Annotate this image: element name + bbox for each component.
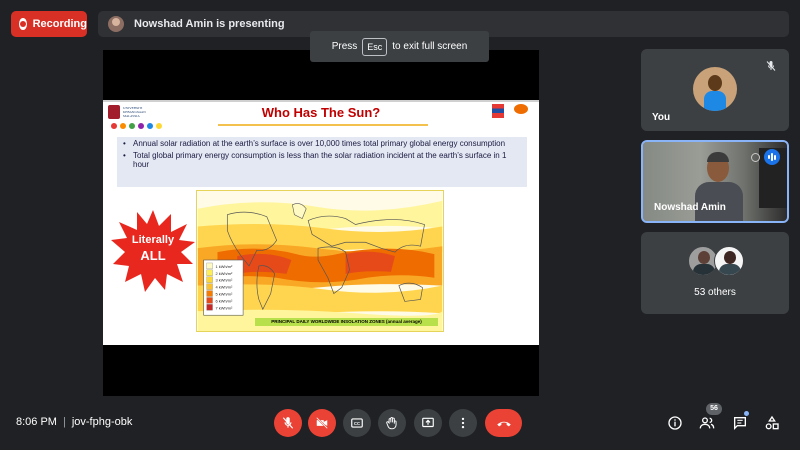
participant-name: Nowshad Amin [654, 202, 726, 213]
meeting-details-button[interactable] [665, 413, 685, 433]
map-caption: PRINCIPAL DAILY WORLDWIDE INSOLATION ZON… [255, 318, 438, 326]
more-options-button[interactable] [449, 409, 477, 437]
chat-icon [734, 417, 746, 430]
slide-title: Who Has The Sun? [261, 105, 381, 120]
current-time: 8:06 PM [16, 416, 57, 428]
bullet-box: • Annual solar radiation at the earth’s … [117, 137, 527, 187]
svg-text:2 kWh/m²: 2 kWh/m² [215, 271, 233, 276]
svg-text:6 kWh/m²: 6 kWh/m² [215, 298, 233, 303]
title-underline [218, 124, 428, 126]
activities-icon [765, 415, 779, 430]
chat-notification-dot [744, 411, 749, 416]
hang-up-icon [496, 421, 511, 427]
solar-logo-icon [514, 104, 528, 114]
participant-name: You [652, 112, 671, 123]
bullet-text-2: Total global primary energy consumption … [133, 151, 507, 169]
partner-logos [492, 104, 536, 120]
chat-button[interactable] [730, 413, 750, 433]
meet-window: Recording Nowshad Amin is presenting UNI… [0, 0, 800, 450]
meeting-info: 8:06 PM | jov-fphg-obk [16, 416, 133, 428]
avatar [693, 67, 737, 111]
people-button[interactable] [697, 413, 717, 433]
avatar [714, 246, 744, 276]
mic-off-icon [766, 61, 776, 71]
closed-captions-icon: CC [351, 418, 363, 428]
shared-screen: UNIVERSITI KEBANGSAAN MALAYSIA Who Has The… [103, 50, 539, 396]
people-icon [699, 417, 715, 429]
insolation-map: 1 kWh/m² 2 kWh/m² 3 kWh/m² 4 kWh/m² 5 kW… [196, 190, 444, 332]
fullscreen-hint: Press Esc to exit full screen [310, 31, 489, 62]
map-legend: 1 kWh/m² 2 kWh/m² 3 kWh/m² 4 kWh/m² 5 kW… [203, 259, 244, 316]
activities-button[interactable] [762, 413, 782, 433]
bullet-item: • Annual solar radiation at the earth’s … [123, 139, 506, 148]
svg-text:4 kWh/m²: 4 kWh/m² [215, 285, 233, 290]
svg-text:5 kWh/m²: 5 kWh/m² [215, 292, 233, 297]
bullet-item: • Total global primary energy consumptio… [123, 151, 521, 169]
others-count-label: 53 others [694, 287, 736, 298]
presenter-avatar [108, 16, 124, 32]
svg-text:1 kWh/m²: 1 kWh/m² [215, 264, 233, 269]
participant-tile-others[interactable]: 53 others [641, 232, 789, 314]
participant-tile-you[interactable]: You [641, 49, 789, 131]
color-dots [111, 123, 162, 129]
svg-text:7 kWh/m²: 7 kWh/m² [215, 305, 233, 310]
present-screen-button[interactable] [414, 409, 442, 437]
mic-off-icon [282, 417, 294, 429]
presenting-text: Nowshad Amin is presenting [134, 18, 285, 30]
recording-label: Recording [32, 18, 87, 30]
pin-icon[interactable] [751, 153, 760, 162]
camera-toggle-button[interactable] [308, 409, 336, 437]
info-icon [668, 416, 682, 430]
camera-off-icon [316, 417, 328, 429]
flag-logo-icon [492, 104, 504, 118]
raise-hand-button[interactable] [378, 409, 406, 437]
captions-button[interactable]: CC [343, 409, 371, 437]
recording-indicator[interactable]: Recording [11, 11, 87, 37]
slide-top-rule [103, 100, 539, 102]
others-avatars [688, 246, 748, 276]
esc-key: Esc [362, 37, 388, 56]
svg-text:3 kWh/m²: 3 kWh/m² [215, 278, 233, 283]
participant-count-badge: 56 [706, 403, 722, 415]
bullet-text-1: Annual solar radiation at the earth’s su… [133, 139, 506, 148]
svg-text:CC: CC [354, 421, 360, 426]
present-icon [422, 417, 434, 428]
recording-dot-icon [19, 18, 27, 30]
starburst-text: Literally ALL [131, 234, 175, 263]
participant-tile-presenter[interactable]: Nowshad Amin [641, 140, 789, 223]
hand-icon [386, 416, 397, 430]
presentation-slide: UNIVERSITI KEBANGSAAN MALAYSIA Who Has The… [103, 100, 539, 345]
meeting-code[interactable]: jov-fphg-obk [72, 416, 133, 428]
mic-toggle-button[interactable] [274, 409, 302, 437]
leave-call-button[interactable] [485, 409, 522, 437]
speaking-indicator-icon [764, 149, 780, 165]
more-vert-icon [461, 417, 465, 429]
